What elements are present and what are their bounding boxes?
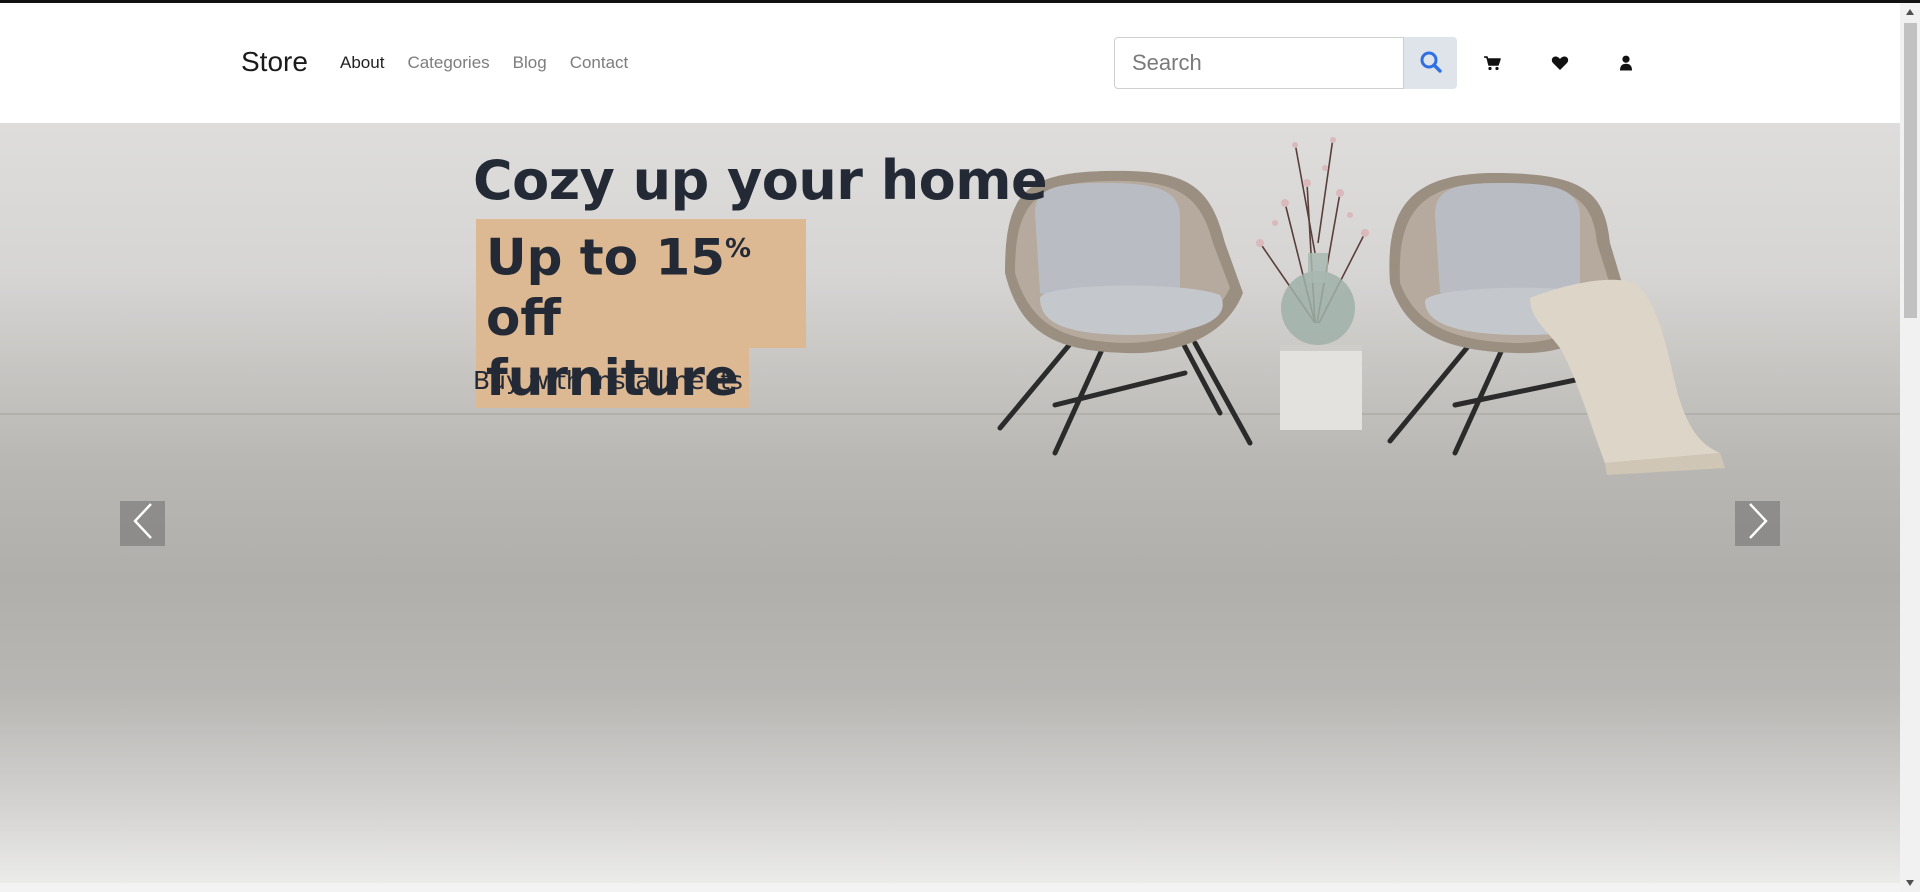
user-icon bbox=[1619, 55, 1633, 76]
promo-line-1: Up to 15% off bbox=[476, 219, 806, 348]
main-nav: About Categories Blog Contact bbox=[340, 53, 651, 73]
hero-subline: Buy with installments bbox=[473, 366, 743, 395]
search-icon bbox=[1419, 50, 1443, 77]
carousel-next-button[interactable] bbox=[1735, 501, 1780, 546]
wishlist-button[interactable] bbox=[1548, 53, 1572, 77]
search-input[interactable] bbox=[1114, 37, 1404, 89]
chevron-left-icon bbox=[132, 502, 154, 545]
cart-icon bbox=[1483, 55, 1501, 76]
vertical-scrollbar[interactable] bbox=[1900, 3, 1920, 892]
nav-link-categories[interactable]: Categories bbox=[407, 53, 489, 73]
page-bottom-edge bbox=[0, 883, 1900, 892]
nav-link-contact[interactable]: Contact bbox=[570, 53, 629, 73]
scrollbar-thumb[interactable] bbox=[1904, 23, 1917, 318]
nav-link-blog[interactable]: Blog bbox=[513, 53, 547, 73]
hero-image bbox=[997, 137, 1725, 475]
search-button[interactable] bbox=[1404, 37, 1457, 89]
carousel-prev-button[interactable] bbox=[120, 501, 165, 546]
search-bar bbox=[1114, 37, 1457, 89]
nav-link-about[interactable]: About bbox=[340, 53, 384, 73]
hero-headline: Cozy up your home bbox=[473, 149, 1048, 212]
heart-icon bbox=[1551, 55, 1569, 76]
account-button[interactable] bbox=[1614, 53, 1638, 77]
hero-carousel: Cozy up your home Up to 15% off furnitur… bbox=[0, 123, 1900, 883]
chevron-right-icon bbox=[1747, 502, 1769, 545]
brand-logo[interactable]: Store bbox=[241, 46, 308, 78]
scroll-down-icon[interactable] bbox=[1905, 878, 1915, 888]
scroll-up-icon[interactable] bbox=[1905, 7, 1915, 17]
cart-button[interactable] bbox=[1480, 53, 1504, 77]
navbar: Store About Categories Blog Contact bbox=[0, 3, 1900, 123]
